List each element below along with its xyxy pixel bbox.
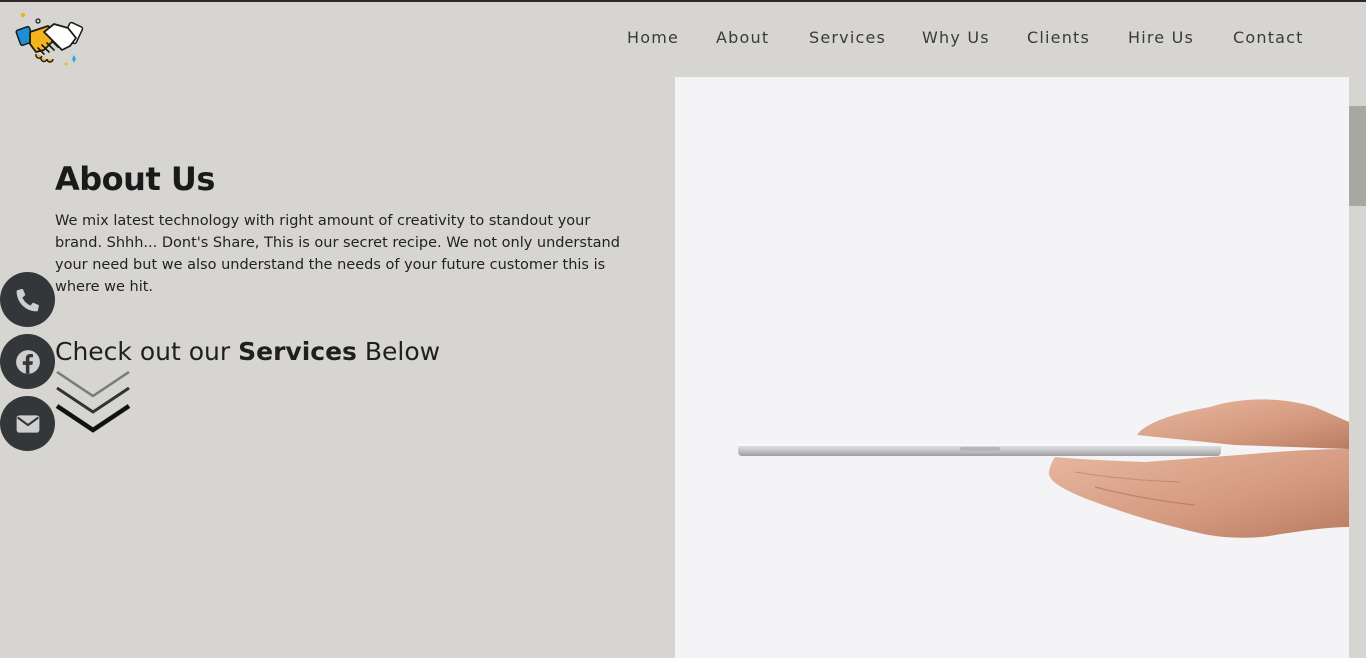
email-button[interactable] bbox=[0, 396, 55, 451]
hand-holding-tablet-image bbox=[738, 399, 1349, 538]
about-title: About Us bbox=[55, 160, 215, 198]
facebook-icon bbox=[15, 349, 40, 374]
services-callout-prefix: Check out our bbox=[55, 337, 239, 366]
nav-about[interactable]: About bbox=[716, 28, 769, 47]
nav-hire-us[interactable]: Hire Us bbox=[1128, 28, 1194, 47]
envelope-icon bbox=[16, 414, 39, 433]
services-callout: Check out our Services Below bbox=[55, 337, 440, 366]
nav-home[interactable]: Home bbox=[627, 28, 679, 47]
top-border bbox=[0, 0, 1366, 2]
nav-why-us[interactable]: Why Us bbox=[922, 28, 990, 47]
services-callout-bold: Services bbox=[238, 337, 357, 366]
facebook-button[interactable] bbox=[0, 334, 55, 389]
about-description: We mix latest technology with right amou… bbox=[55, 213, 620, 295]
main-nav: Home About Services Why Us Clients Hire … bbox=[0, 28, 1366, 52]
phone-icon bbox=[16, 288, 39, 311]
scrollbar-thumb[interactable] bbox=[1349, 106, 1366, 206]
phone-button[interactable] bbox=[0, 272, 55, 327]
nav-services[interactable]: Services bbox=[809, 28, 886, 47]
nav-contact[interactable]: Contact bbox=[1233, 28, 1304, 47]
double-chevron-down-icon[interactable] bbox=[55, 368, 133, 438]
services-callout-suffix: Below bbox=[356, 337, 441, 366]
hero-image-panel bbox=[675, 77, 1349, 658]
scrollbar-track[interactable] bbox=[1349, 2, 1366, 658]
nav-clients[interactable]: Clients bbox=[1027, 28, 1090, 47]
